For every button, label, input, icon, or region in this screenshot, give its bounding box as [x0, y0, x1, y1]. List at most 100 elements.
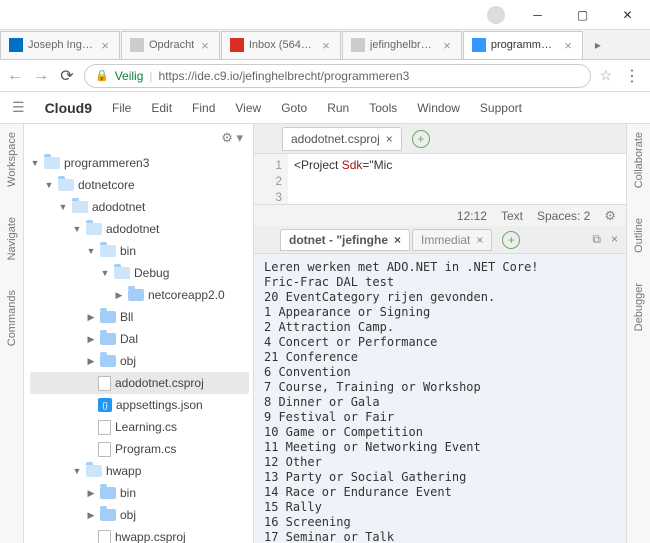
- maximize-button[interactable]: ▢: [560, 0, 605, 29]
- tree-file[interactable]: Program.cs: [30, 438, 249, 460]
- close-tab-icon[interactable]: ×: [199, 38, 211, 53]
- editor-status-bar: 12:12 Text Spaces: 2 ⚙: [254, 204, 626, 226]
- new-tab-button[interactable]: ▸: [588, 35, 608, 55]
- browser-tab[interactable]: jefinghelbrecht×: [342, 31, 462, 59]
- terminal-tab[interactable]: Immediat×: [412, 229, 492, 251]
- tree-folder[interactable]: ▼Debug: [30, 262, 249, 284]
- menu-support[interactable]: Support: [480, 101, 522, 115]
- cloud9-icon: [472, 38, 486, 52]
- tree-folder[interactable]: ▼bin: [30, 240, 249, 262]
- url-text: https://ide.c9.io/jefinghelbrecht/progra…: [159, 69, 410, 83]
- folder-icon: [100, 245, 116, 257]
- menu-file[interactable]: File: [112, 101, 131, 115]
- folder-icon: [128, 289, 144, 301]
- close-panel-icon[interactable]: ×: [611, 232, 618, 247]
- browser-tabs: Joseph Inghelbrecht× Opdracht× Inbox (56…: [0, 30, 650, 60]
- rail-commands[interactable]: Commands: [6, 290, 18, 346]
- gutter: 123: [254, 154, 288, 204]
- browser-tab-active[interactable]: programmeren3 - C×: [463, 31, 583, 59]
- close-tab-icon[interactable]: ×: [562, 38, 574, 53]
- rail-navigate[interactable]: Navigate: [6, 217, 18, 260]
- tree-folder[interactable]: ▶obj: [30, 350, 249, 372]
- terminal-output[interactable]: Leren werken met ADO.NET in .NET Core! F…: [254, 254, 626, 543]
- tree-folder[interactable]: ▶bin: [30, 482, 249, 504]
- back-button[interactable]: ←: [6, 67, 24, 85]
- terminal-actions: ⧉ ×: [592, 232, 626, 247]
- tree-file[interactable]: hwapp.csproj: [30, 526, 249, 543]
- rail-outline[interactable]: Outline: [633, 218, 645, 253]
- file-mode[interactable]: Text: [501, 209, 523, 223]
- menu-icon[interactable]: ☰: [12, 99, 25, 116]
- rail-workspace[interactable]: Workspace: [6, 132, 18, 187]
- tree-root[interactable]: ▼programmeren3: [30, 152, 249, 174]
- reload-button[interactable]: ⟳: [58, 66, 76, 86]
- bookmark-icon[interactable]: ☆: [599, 67, 612, 84]
- tree-folder[interactable]: ▶Dal: [30, 328, 249, 350]
- rail-debugger[interactable]: Debugger: [633, 283, 645, 331]
- tree-file-selected[interactable]: adodotnet.csproj: [30, 372, 249, 394]
- menu-run[interactable]: Run: [327, 101, 349, 115]
- browser-tab[interactable]: Inbox (564) - jinghe×: [221, 31, 341, 59]
- window-titlebar: ─ ▢ ✕: [0, 0, 650, 30]
- secure-label: Veilig: [115, 69, 144, 83]
- left-rail: Workspace Navigate Commands: [0, 124, 24, 543]
- editor-tab[interactable]: adodotnet.csproj×: [282, 127, 402, 151]
- folder-icon: [58, 179, 74, 191]
- code-content[interactable]: <Project Sdk="Mic: [288, 154, 626, 204]
- file-icon: [98, 420, 111, 435]
- minimize-button[interactable]: ─: [515, 0, 560, 29]
- rail-collaborate[interactable]: Collaborate: [633, 132, 645, 188]
- close-icon[interactable]: ×: [386, 132, 393, 146]
- add-tab-button[interactable]: +: [412, 130, 430, 148]
- terminal-tabs: dotnet - "jefinghe× Immediat× + ⧉ ×: [254, 226, 626, 254]
- close-icon[interactable]: ×: [394, 233, 401, 247]
- menu-window[interactable]: Window: [417, 101, 460, 115]
- profile-avatar[interactable]: [487, 6, 505, 24]
- close-tab-icon[interactable]: ×: [320, 38, 332, 53]
- brand[interactable]: Cloud9: [45, 100, 92, 116]
- menu-find[interactable]: Find: [192, 101, 215, 115]
- code-editor[interactable]: 123 <Project Sdk="Mic: [254, 154, 626, 204]
- folder-icon: [100, 509, 116, 521]
- indent-mode[interactable]: Spaces: 2: [537, 209, 590, 223]
- url-bar[interactable]: 🔒 Veilig | https://ide.c9.io/jefinghelbr…: [84, 64, 591, 88]
- browser-menu-icon[interactable]: ⋮: [620, 66, 644, 86]
- terminal-tab-active[interactable]: dotnet - "jefinghe×: [280, 229, 410, 251]
- tree-folder[interactable]: ▶obj: [30, 504, 249, 526]
- browser-tab[interactable]: Opdracht×: [121, 31, 220, 59]
- menu-edit[interactable]: Edit: [151, 101, 172, 115]
- split-icon[interactable]: ⧉: [592, 232, 601, 247]
- folder-icon: [100, 333, 116, 345]
- tree-folder[interactable]: ▼hwapp: [30, 460, 249, 482]
- right-rail: Collaborate Outline Debugger: [626, 124, 650, 543]
- lock-icon: 🔒: [95, 69, 109, 82]
- tree-folder[interactable]: ▶netcoreapp2.0: [30, 284, 249, 306]
- page-icon: [130, 38, 144, 52]
- close-tab-icon[interactable]: ×: [441, 38, 453, 53]
- folder-icon: [114, 267, 130, 279]
- gmail-icon: [230, 38, 244, 52]
- file-icon: [98, 376, 111, 391]
- menu-goto[interactable]: Goto: [281, 101, 307, 115]
- tree-file[interactable]: {}appsettings.json: [30, 394, 249, 416]
- gear-icon[interactable]: ⚙: [604, 208, 616, 224]
- ide-menu-bar: ☰ Cloud9 File Edit Find View Goto Run To…: [0, 92, 650, 124]
- tree-folder[interactable]: ▼adodotnet: [30, 218, 249, 240]
- close-tab-icon[interactable]: ×: [99, 38, 111, 53]
- file-icon: [98, 530, 111, 543]
- menu-view[interactable]: View: [235, 101, 261, 115]
- tree-folder[interactable]: ▼dotnetcore: [30, 174, 249, 196]
- folder-icon: [44, 157, 60, 169]
- menu-tools[interactable]: Tools: [369, 101, 397, 115]
- tree-header: ⚙ ▾: [24, 124, 253, 152]
- add-terminal-button[interactable]: +: [502, 231, 520, 249]
- cursor-pos[interactable]: 12:12: [457, 209, 487, 223]
- browser-tab[interactable]: Joseph Inghelbrecht×: [0, 31, 120, 59]
- tree-file[interactable]: Learning.cs: [30, 416, 249, 438]
- tree-folder[interactable]: ▶Bll: [30, 306, 249, 328]
- file-icon: [98, 442, 111, 457]
- close-button[interactable]: ✕: [605, 0, 650, 29]
- tree-folder[interactable]: ▼adodotnet: [30, 196, 249, 218]
- gear-icon[interactable]: ⚙ ▾: [221, 130, 243, 146]
- close-icon[interactable]: ×: [476, 233, 483, 247]
